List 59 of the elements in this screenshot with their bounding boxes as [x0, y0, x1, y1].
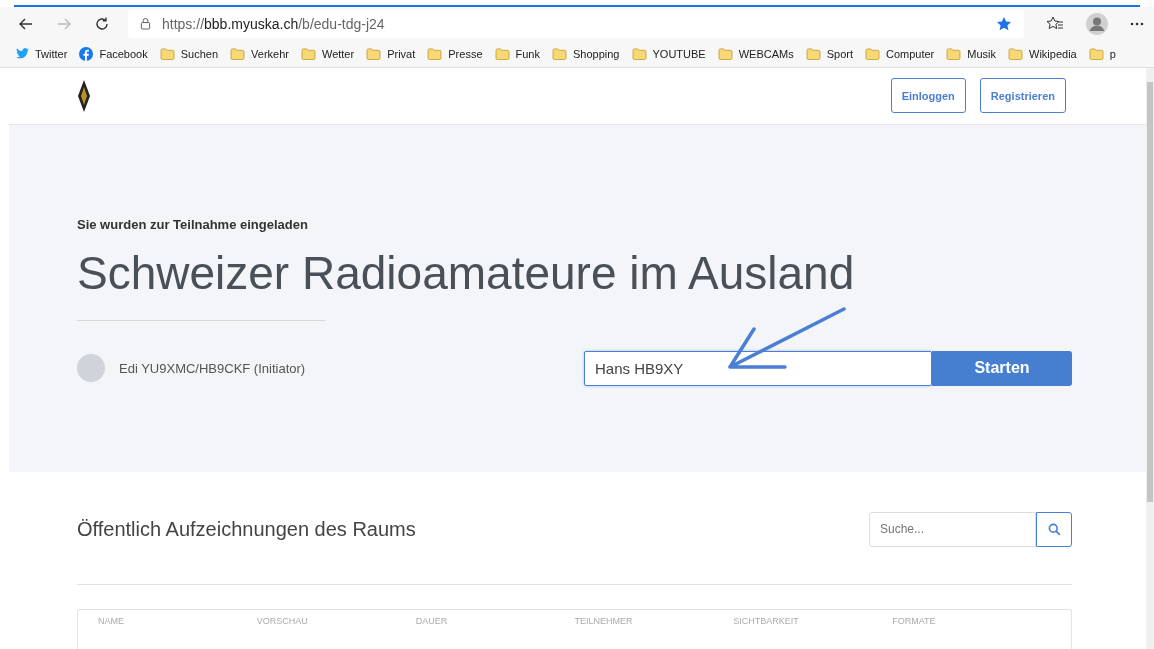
bookmark-item[interactable]: Wetter: [300, 47, 355, 60]
name-input[interactable]: Hans HB9XY: [584, 350, 932, 386]
bookmark-item[interactable]: Wikipedia: [1008, 47, 1077, 60]
column-header: VORSCHAU: [256, 616, 309, 628]
bookmark-item[interactable]: Musik: [946, 47, 996, 60]
search-button[interactable]: [1036, 511, 1072, 547]
more-icon[interactable]: [1130, 21, 1144, 26]
reload-icon[interactable]: [94, 15, 110, 32]
bookmark-item[interactable]: Verkehr: [230, 47, 289, 60]
facebook-icon: [79, 46, 94, 61]
folder-icon: [230, 47, 246, 60]
bookmark-item[interactable]: Funk: [494, 47, 540, 60]
profile-icon[interactable]: [1086, 12, 1108, 35]
column-header: SICHTBARKEIT: [733, 616, 800, 628]
room-title: Schweizer Radioamateure im Ausland: [77, 245, 856, 300]
column-header: FORMATE: [892, 616, 937, 628]
folder-icon: [300, 47, 316, 60]
diamond-logo-icon[interactable]: [78, 80, 90, 112]
bookmark-item[interactable]: WEBCAMs: [717, 47, 794, 60]
section-title: Öffentlich Aufzeichnungen des Raums: [77, 517, 416, 541]
folder-icon: [366, 47, 382, 60]
bookmark-item[interactable]: Privat: [366, 47, 416, 60]
bookmark-item[interactable]: Suchen: [159, 47, 219, 60]
avatar-circle: [77, 354, 105, 383]
header-button[interactable]: Einloggen: [890, 78, 966, 114]
owner-name: Edi YU9XMC/HB9CKF (Initiator): [119, 360, 306, 376]
start-button[interactable]: Starten: [932, 350, 1072, 386]
folder-icon: [159, 47, 175, 60]
header-button[interactable]: Registrieren: [979, 78, 1066, 114]
bird-icon: [16, 48, 29, 59]
bookmark-item[interactable]: Presse: [427, 47, 483, 60]
bookmark-item[interactable]: p: [1088, 47, 1116, 60]
address-bar[interactable]: https://bbb.myuska.ch/b/edu-tdg-j24: [128, 9, 1024, 38]
folder-icon: [631, 47, 647, 60]
folder-icon: [717, 47, 733, 60]
favorites-icon[interactable]: [1046, 15, 1064, 32]
bookmark-item[interactable]: Shopping: [552, 47, 620, 60]
bookmark-item[interactable]: Sport: [805, 47, 853, 60]
bookmark-item[interactable]: Facebook: [79, 46, 148, 61]
search-icon: [1047, 522, 1061, 536]
column-header: NAME: [98, 616, 125, 628]
folder-icon: [427, 47, 443, 60]
bookmark-item[interactable]: YOUTUBE: [631, 47, 706, 60]
star-icon[interactable]: [996, 15, 1012, 32]
invitation-text: Sie wurden zur Teilnahme eingeladen: [77, 216, 309, 232]
folder-icon: [865, 47, 880, 60]
folder-icon: [946, 47, 962, 60]
folder-icon: [494, 47, 510, 60]
url-text: https://bbb.myuska.ch/b/edu-tdg-j24: [162, 15, 385, 32]
folder-icon: [552, 47, 567, 60]
lock-icon: [140, 17, 151, 30]
column-header: TEILNEHMER: [574, 616, 634, 628]
folder-icon: [1088, 47, 1104, 60]
column-header: DAUER: [415, 616, 449, 628]
bookmark-item[interactable]: Twitter: [16, 47, 68, 60]
bookmark-item[interactable]: Computer: [865, 47, 935, 60]
search-field[interactable]: Suche...: [869, 511, 1036, 547]
folder-icon: [1008, 47, 1023, 60]
folder-icon: [805, 47, 821, 60]
